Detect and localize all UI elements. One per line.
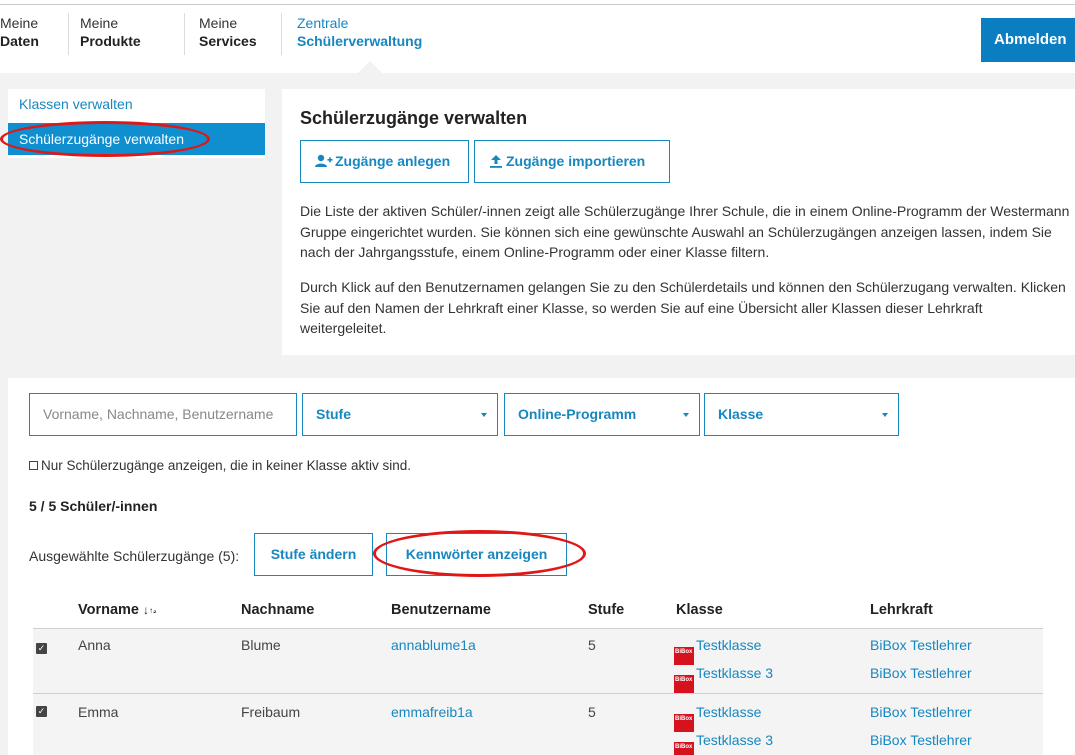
column-header-stufe[interactable]: Stufe: [588, 602, 624, 618]
only-inactive-filter[interactable]: Nur Schülerzugänge anzeigen, die in kein…: [29, 458, 411, 473]
cell-benutzername-link[interactable]: annablume1a: [391, 637, 476, 653]
cell-vorname: Anna: [78, 637, 111, 653]
page-title: Schülerzugänge verwalten: [300, 108, 528, 128]
nav-item-line2: Schülerverwaltung: [297, 33, 423, 49]
online-programm-select[interactable]: Online-Programm: [504, 393, 700, 436]
top-navigation: Meine Daten Meine Produkte Meine Service…: [0, 0, 1075, 74]
checkbox[interactable]: [29, 461, 38, 470]
chevron-down-icon: [882, 413, 888, 417]
add-user-icon: [315, 154, 333, 167]
column-header-klasse[interactable]: Klasse: [676, 602, 723, 618]
active-nav-pointer: [357, 61, 383, 74]
nav-divider: [281, 13, 282, 55]
search-input[interactable]: Vorname, Nachname, Benutzername: [29, 393, 297, 436]
chevron-down-icon: [481, 413, 487, 417]
cell-stufe: 5: [588, 704, 596, 720]
bibox-logo-icon: BiBox: [674, 675, 694, 693]
chevron-down-icon: [683, 413, 689, 417]
stufe-select-value: Stufe: [316, 406, 351, 422]
row-divider: [33, 628, 1043, 629]
klasse-select-value: Klasse: [718, 406, 764, 422]
cell-lehrkraft-link[interactable]: BiBox Testlehrer: [870, 732, 972, 748]
create-accounts-label: Zugänge anlegen: [335, 153, 451, 169]
column-header-lehrkraft[interactable]: Lehrkraft: [870, 602, 933, 618]
column-header-label: Vorname: [78, 602, 139, 618]
bibox-logo-icon: BiBox: [674, 742, 694, 755]
klasse-select[interactable]: Klasse: [704, 393, 899, 436]
selected-accounts-label: Ausgewählte Schülerzugänge (5):: [29, 548, 240, 564]
create-accounts-button[interactable]: Zugänge anlegen: [300, 140, 469, 183]
cell-nachname: Freibaum: [241, 704, 301, 720]
nav-divider: [68, 13, 69, 55]
annotation-circle-sidebar: [0, 121, 210, 157]
bibox-logo-icon: BiBox: [674, 647, 694, 665]
info-panel: Schülerzugänge verwalten Zugänge anlegen…: [282, 89, 1075, 355]
import-accounts-button[interactable]: Zugänge importieren: [474, 140, 670, 183]
nav-item-meine-produkte[interactable]: Meine Produkte: [80, 14, 141, 64]
nav-item-line1: Meine: [0, 15, 39, 31]
nav-item-schuelerverwaltung[interactable]: Zentrale Schülerverwaltung: [297, 14, 422, 64]
nav-item-line1: Meine: [80, 15, 119, 31]
cell-lehrkraft-link[interactable]: BiBox Testlehrer: [870, 665, 972, 681]
only-inactive-label: Nur Schülerzugänge anzeigen, die in kein…: [41, 458, 411, 473]
cell-klasse-link[interactable]: BiBox Testklasse: [674, 637, 761, 665]
annotation-circle-passwords: [373, 530, 586, 577]
nav-item-line1: Zentrale: [297, 15, 349, 31]
cell-vorname: Emma: [78, 704, 119, 720]
column-header-vorname[interactable]: Vorname ↓↑₂: [78, 602, 157, 618]
nav-item-line2: Daten: [0, 33, 39, 49]
cell-stufe: 5: [588, 637, 596, 653]
upload-icon: [490, 155, 502, 168]
bibox-logo-icon: BiBox: [674, 714, 694, 732]
nav-item-line2: Services: [199, 33, 257, 49]
stufe-select[interactable]: Stufe: [302, 393, 498, 436]
column-header-benutzername[interactable]: Benutzername: [391, 602, 491, 618]
cell-nachname: Blume: [241, 637, 281, 653]
description-paragraph-2: Durch Klick auf den Benutzernamen gelang…: [300, 279, 1066, 336]
description-paragraph-1: Die Liste der aktiven Schüler/-innen zei…: [300, 203, 1070, 260]
student-count: 5 / 5 Schüler/-innen: [29, 498, 158, 514]
sort-icon[interactable]: ↓↑₂: [143, 603, 157, 617]
cell-lehrkraft-link[interactable]: BiBox Testlehrer: [870, 704, 972, 720]
sidebar-item-klassen-verwalten[interactable]: Klassen verwalten: [19, 96, 133, 112]
row-checkbox[interactable]: ✓: [36, 706, 47, 717]
logout-button[interactable]: Abmelden: [981, 18, 1075, 62]
top-border: [0, 4, 1075, 5]
online-programm-select-value: Online-Programm: [518, 406, 637, 422]
change-level-button[interactable]: Stufe ändern: [254, 533, 373, 576]
nav-divider: [184, 13, 185, 55]
cell-lehrkraft-link[interactable]: BiBox Testlehrer: [870, 637, 972, 653]
nav-item-line2: Produkte: [80, 33, 141, 49]
column-header-nachname[interactable]: Nachname: [241, 602, 314, 618]
row-checkbox[interactable]: ✓: [36, 643, 47, 654]
cell-klasse-link[interactable]: BiBox Testklasse 3: [674, 665, 773, 693]
import-accounts-label: Zugänge importieren: [506, 153, 646, 169]
nav-item-line1: Meine: [199, 15, 238, 31]
cell-klasse-link[interactable]: BiBox Testklasse: [674, 704, 761, 732]
nav-item-meine-services[interactable]: Meine Services: [199, 14, 257, 64]
nav-item-meine-daten[interactable]: Meine Daten: [0, 14, 39, 64]
cell-klasse-link[interactable]: BiBox Testklasse 3: [674, 732, 773, 755]
cell-benutzername-link[interactable]: emmafreib1a: [391, 704, 473, 720]
